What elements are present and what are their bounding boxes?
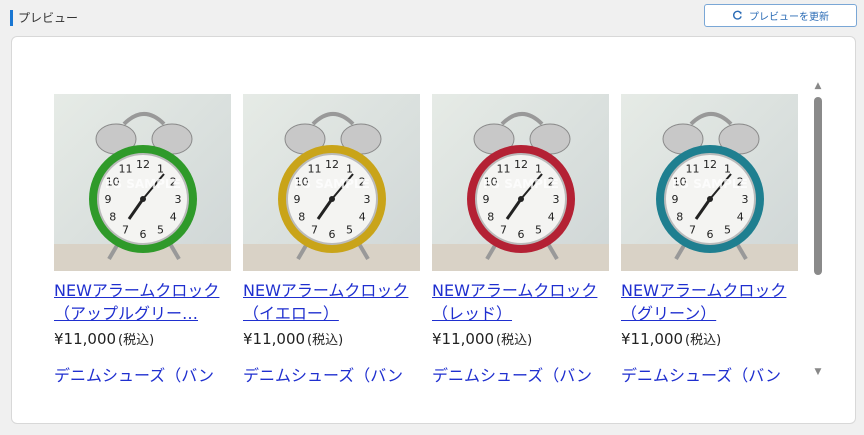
svg-text:3: 3 [742, 193, 749, 206]
svg-text:9: 9 [294, 193, 301, 206]
svg-text:3: 3 [364, 193, 371, 206]
svg-text:5: 5 [157, 223, 164, 236]
preview-panel: 1 2 3 4 5 6 7 8 9 10 11 12 FS SAMPLE NEWアラームクロック （アップ… [11, 36, 856, 424]
svg-text:4: 4 [359, 211, 366, 224]
svg-text:FS SAMPLE: FS SAMPLE [294, 177, 370, 191]
product-image[interactable]: 1 2 3 4 5 6 7 8 9 10 11 12 FS SAMPLE [432, 94, 609, 271]
product-price: ¥11,000 (税込) [54, 329, 231, 348]
refresh-preview-button[interactable]: プレビューを更新 [704, 4, 857, 27]
product-price: ¥11,000 (税込) [432, 329, 609, 348]
tax-label: (税込) [307, 333, 344, 348]
svg-text:6: 6 [140, 228, 147, 241]
alarm-clock-image: 1234567891011 12FS SAMPLE [54, 94, 231, 271]
next-product-name[interactable]: デニムシューズ（バン [432, 362, 609, 386]
svg-text:FS SAMPLE: FS SAMPLE [672, 177, 748, 191]
svg-text:3: 3 [553, 193, 560, 206]
tax-label: (税込) [496, 333, 533, 348]
product-name-link[interactable]: NEWアラームクロック （グリーン） [621, 279, 798, 325]
product-name-link[interactable]: NEWアラームクロック （アップルグリー… [54, 279, 231, 325]
tax-label: (税込) [685, 333, 722, 348]
next-product-name[interactable]: デニムシューズ（バン [621, 362, 798, 386]
svg-text:8: 8 [109, 211, 116, 224]
svg-text:9: 9 [483, 193, 490, 206]
svg-text:7: 7 [122, 223, 129, 236]
scrollbar-thumb[interactable] [814, 97, 822, 275]
svg-text:6: 6 [707, 228, 714, 241]
svg-text:8: 8 [676, 211, 683, 224]
scroll-up-arrow-icon[interactable]: ▲ [813, 81, 823, 91]
svg-text:5: 5 [535, 223, 542, 236]
product-name-link[interactable]: NEWアラームクロック （イエロー） [243, 279, 420, 325]
svg-text:6: 6 [329, 228, 336, 241]
price-value: ¥11,000 [54, 330, 117, 348]
alarm-clock-image: 1234567891011 12FS SAMPLE [432, 94, 609, 271]
next-product-name[interactable]: デニムシューズ（バン [54, 362, 231, 386]
svg-text:5: 5 [724, 223, 731, 236]
svg-text:7: 7 [311, 223, 318, 236]
svg-text:FS SAMPLE: FS SAMPLE [105, 177, 181, 191]
alarm-clock-image: 1234567891011 12FS SAMPLE [621, 94, 798, 271]
scroll-down-arrow-icon[interactable]: ▼ [813, 367, 823, 377]
svg-text:11: 11 [119, 163, 133, 176]
svg-text:11: 11 [308, 163, 322, 176]
svg-text:11: 11 [686, 163, 700, 176]
svg-text:12: 12 [136, 158, 150, 171]
svg-text:4: 4 [548, 211, 555, 224]
product-name-link[interactable]: NEWアラームクロック （レッド） [432, 279, 609, 325]
svg-text:5: 5 [346, 223, 353, 236]
preview-title: プレビュー [10, 10, 78, 26]
svg-text:4: 4 [170, 211, 177, 224]
svg-text:8: 8 [487, 211, 494, 224]
refresh-icon [733, 10, 742, 20]
price-value: ¥11,000 [243, 330, 306, 348]
svg-text:3: 3 [175, 193, 182, 206]
tax-label: (税込) [118, 333, 155, 348]
svg-text:4: 4 [737, 211, 744, 224]
refresh-preview-label: プレビューを更新 [749, 12, 829, 23]
product-price: ¥11,000 (税込) [621, 329, 798, 348]
svg-text:9: 9 [672, 193, 679, 206]
svg-text:12: 12 [514, 158, 528, 171]
product-image[interactable]: 1 2 3 4 5 6 7 8 9 10 11 12 FS SAMPLE [54, 94, 231, 271]
product-card: 1 2 3 4 5 6 7 8 9 10 11 12 FS SAMPLE NEWアラームクロック （レッド… [432, 94, 609, 386]
product-card: 1 2 3 4 5 6 7 8 9 10 11 12 FS SAMPLE NEWアラームクロック （イエロ… [243, 94, 420, 386]
svg-text:12: 12 [703, 158, 717, 171]
product-card: 1 2 3 4 5 6 7 8 9 10 11 12 FS SAMPLE NEWアラームクロック （アップ… [54, 94, 231, 386]
product-image[interactable]: 1 2 3 4 5 6 7 8 9 10 11 12 FS SAMPLE [243, 94, 420, 271]
svg-text:8: 8 [298, 211, 305, 224]
svg-text:6: 6 [518, 228, 525, 241]
price-value: ¥11,000 [621, 330, 684, 348]
svg-text:11: 11 [497, 163, 511, 176]
product-price: ¥11,000 (税込) [243, 329, 420, 348]
svg-text:7: 7 [500, 223, 507, 236]
svg-text:FS SAMPLE: FS SAMPLE [483, 177, 559, 191]
product-card: 1 2 3 4 5 6 7 8 9 10 11 12 FS SAMPLE NEWアラームクロック （グリー… [621, 94, 798, 386]
next-product-name[interactable]: デニムシューズ（バン [243, 362, 420, 386]
product-image[interactable]: 1 2 3 4 5 6 7 8 9 10 11 12 FS SAMPLE [621, 94, 798, 271]
svg-text:9: 9 [105, 193, 112, 206]
alarm-clock-image: 1234567891011 12FS SAMPLE [243, 94, 420, 271]
price-value: ¥11,000 [432, 330, 495, 348]
svg-text:12: 12 [325, 158, 339, 171]
svg-text:7: 7 [689, 223, 696, 236]
